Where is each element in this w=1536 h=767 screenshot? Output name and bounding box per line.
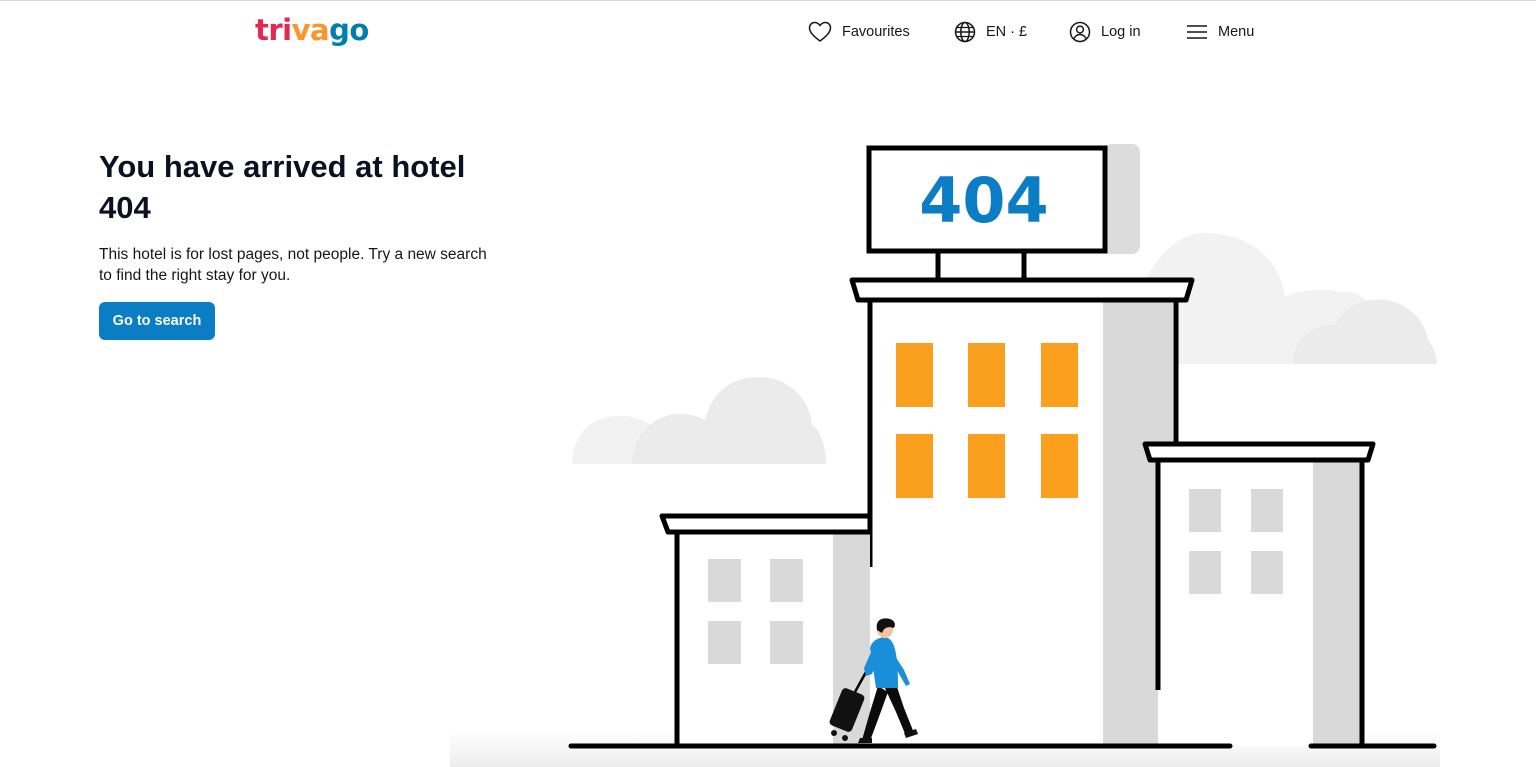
menu-button[interactable]: Menu: [1186, 18, 1254, 46]
user-circle-icon: [1069, 21, 1091, 43]
site-header: trivago Favourites EN · £ Log in Menu: [0, 0, 1536, 62]
sign-404-text: 404: [919, 164, 1048, 237]
right-building: [1142, 441, 1376, 746]
login-link[interactable]: Log in: [1069, 18, 1141, 46]
cloud-left: [572, 377, 826, 464]
heart-icon: [808, 21, 832, 43]
hotel-404-illustration: 404: [450, 144, 1440, 767]
language-label: EN · £: [986, 24, 1028, 40]
globe-icon: [954, 21, 976, 43]
hamburger-menu-icon: [1186, 23, 1208, 41]
login-label: Log in: [1101, 24, 1141, 40]
menu-label: Menu: [1218, 24, 1255, 40]
sign-shadow: [1104, 144, 1140, 254]
favourites-label: Favourites: [842, 24, 910, 40]
page-description: This hotel is for lost pages, not people…: [99, 246, 487, 284]
favourites-link[interactable]: Favourites: [808, 18, 910, 46]
go-to-search-button[interactable]: Go to search: [99, 302, 215, 340]
trivago-logo[interactable]: trivago: [255, 10, 369, 50]
language-currency-selector[interactable]: EN · £: [954, 18, 1027, 46]
hotel-sign: 404: [866, 145, 1108, 280]
